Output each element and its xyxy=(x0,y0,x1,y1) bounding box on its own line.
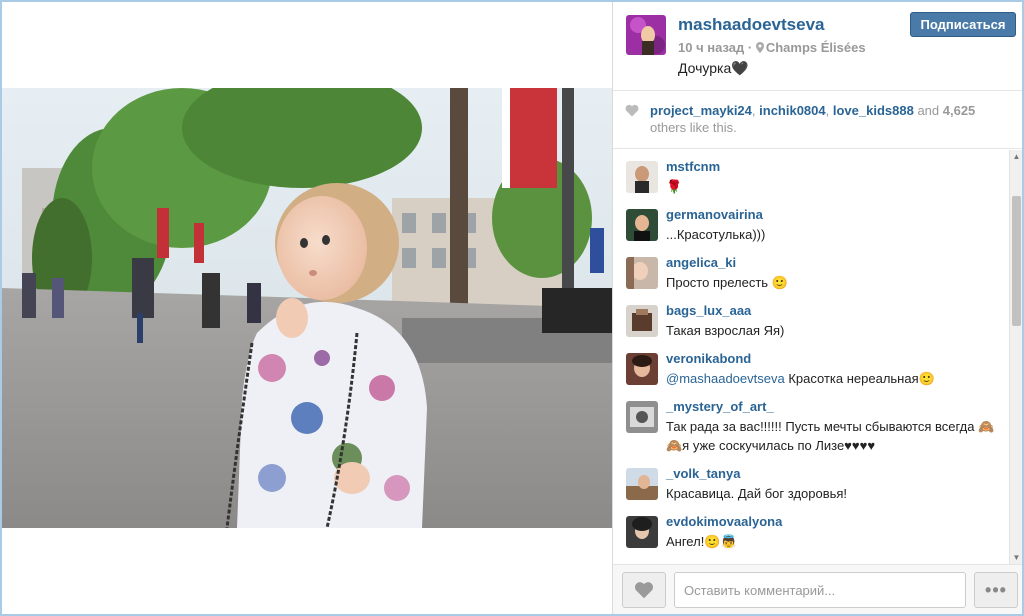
post-time[interactable]: 10 ч назад xyxy=(678,40,744,55)
avatar-image xyxy=(626,15,666,55)
commenter-username[interactable]: mstfcnm xyxy=(666,159,720,174)
photo-area xyxy=(2,2,612,614)
comments-scrollbar[interactable]: ▲ ▼ xyxy=(1009,150,1022,564)
author-avatar[interactable] xyxy=(626,15,666,55)
comment-text: Так рада за вас!!!!!! Пусть мечты сбываю… xyxy=(666,419,995,453)
post-meta: 10 ч назад · Champs Élisées xyxy=(678,40,866,55)
post-location[interactable]: Champs Élisées xyxy=(766,40,866,55)
likes-section: project_mayki24, inchik0804, love_kids88… xyxy=(613,91,1022,149)
commenter-avatar[interactable] xyxy=(626,401,658,433)
likes-text: project_mayki24, inchik0804, love_kids88… xyxy=(650,102,1010,136)
likes-separator: , xyxy=(825,103,833,118)
likes-others: others like this. xyxy=(650,120,737,135)
comment-mention[interactable]: @mashaadoevtseva xyxy=(666,371,785,386)
commenter-avatar[interactable] xyxy=(626,468,658,500)
commenter-avatar[interactable] xyxy=(626,516,658,548)
scroll-thumb[interactable] xyxy=(1012,196,1021,326)
commenter-username[interactable]: veronikabond xyxy=(666,351,751,366)
like-button[interactable] xyxy=(622,572,666,608)
comment-footer: ••• xyxy=(613,564,1022,614)
commenter-username[interactable]: evdokimovaalyona xyxy=(666,514,782,529)
commenter-username[interactable]: angelica_ki xyxy=(666,255,736,270)
comment-text: ...Красотулька))) xyxy=(666,227,766,242)
post-caption: Дочурка🖤 xyxy=(678,60,749,76)
commenter-avatar[interactable] xyxy=(626,257,658,289)
commenter-username[interactable]: bags_lux_aaa xyxy=(666,303,751,318)
scroll-up-icon[interactable]: ▲ xyxy=(1010,150,1022,163)
heart-icon xyxy=(634,582,654,599)
photo-illustration xyxy=(2,88,612,528)
liker-link[interactable]: love_kids888 xyxy=(833,103,914,118)
more-options-button[interactable]: ••• xyxy=(974,572,1018,608)
commenter-username[interactable]: germanovairina xyxy=(666,207,763,222)
liker-link[interactable]: project_mayki24 xyxy=(650,103,752,118)
comment-text: 🌹 xyxy=(666,179,683,194)
scroll-down-icon[interactable]: ▼ xyxy=(1010,551,1022,564)
heart-icon xyxy=(625,104,639,117)
author-username[interactable]: mashaadoevtseva xyxy=(678,15,824,35)
post-header: mashaadoevtseva 10 ч назад · Champs Élis… xyxy=(613,2,1022,91)
comment-text: Ангел!🙂👼 xyxy=(666,534,737,549)
commenter-avatar[interactable] xyxy=(626,161,658,193)
comment-body: Красотка нереальная🙂 xyxy=(784,371,935,386)
commenter-avatar[interactable] xyxy=(626,353,658,385)
post-photo[interactable] xyxy=(2,88,612,528)
comment-text: Просто прелесть 🙂 xyxy=(666,275,788,290)
commenter-avatar[interactable] xyxy=(626,209,658,241)
meta-separator: · xyxy=(747,40,753,55)
likes-count[interactable]: 4,625 xyxy=(943,103,976,118)
comments-list[interactable]: mstfcnm 🌹 germanovairina ...Красотулька)… xyxy=(613,150,1008,564)
post-modal: mashaadoevtseva 10 ч назад · Champs Élis… xyxy=(0,0,1024,616)
commenter-avatar[interactable] xyxy=(626,305,658,337)
comment-text: @mashaadoevtseva Красотка нереальная🙂 xyxy=(666,369,1001,388)
commenter-username[interactable]: _mystery_of_art_ xyxy=(666,399,774,414)
comment-input[interactable] xyxy=(674,572,966,608)
liker-link[interactable]: inchik0804 xyxy=(759,103,826,118)
location-pin-icon xyxy=(755,41,764,53)
follow-button[interactable]: Подписаться xyxy=(910,12,1016,37)
commenter-username[interactable]: _volk_tanya xyxy=(666,466,740,481)
details-panel: mashaadoevtseva 10 ч назад · Champs Élis… xyxy=(612,2,1022,614)
likes-and: and xyxy=(913,103,943,118)
comment-text: Красавица. Дай бог здоровья! xyxy=(666,486,848,501)
comment-text: Такая взрослая Яя) xyxy=(666,323,785,338)
